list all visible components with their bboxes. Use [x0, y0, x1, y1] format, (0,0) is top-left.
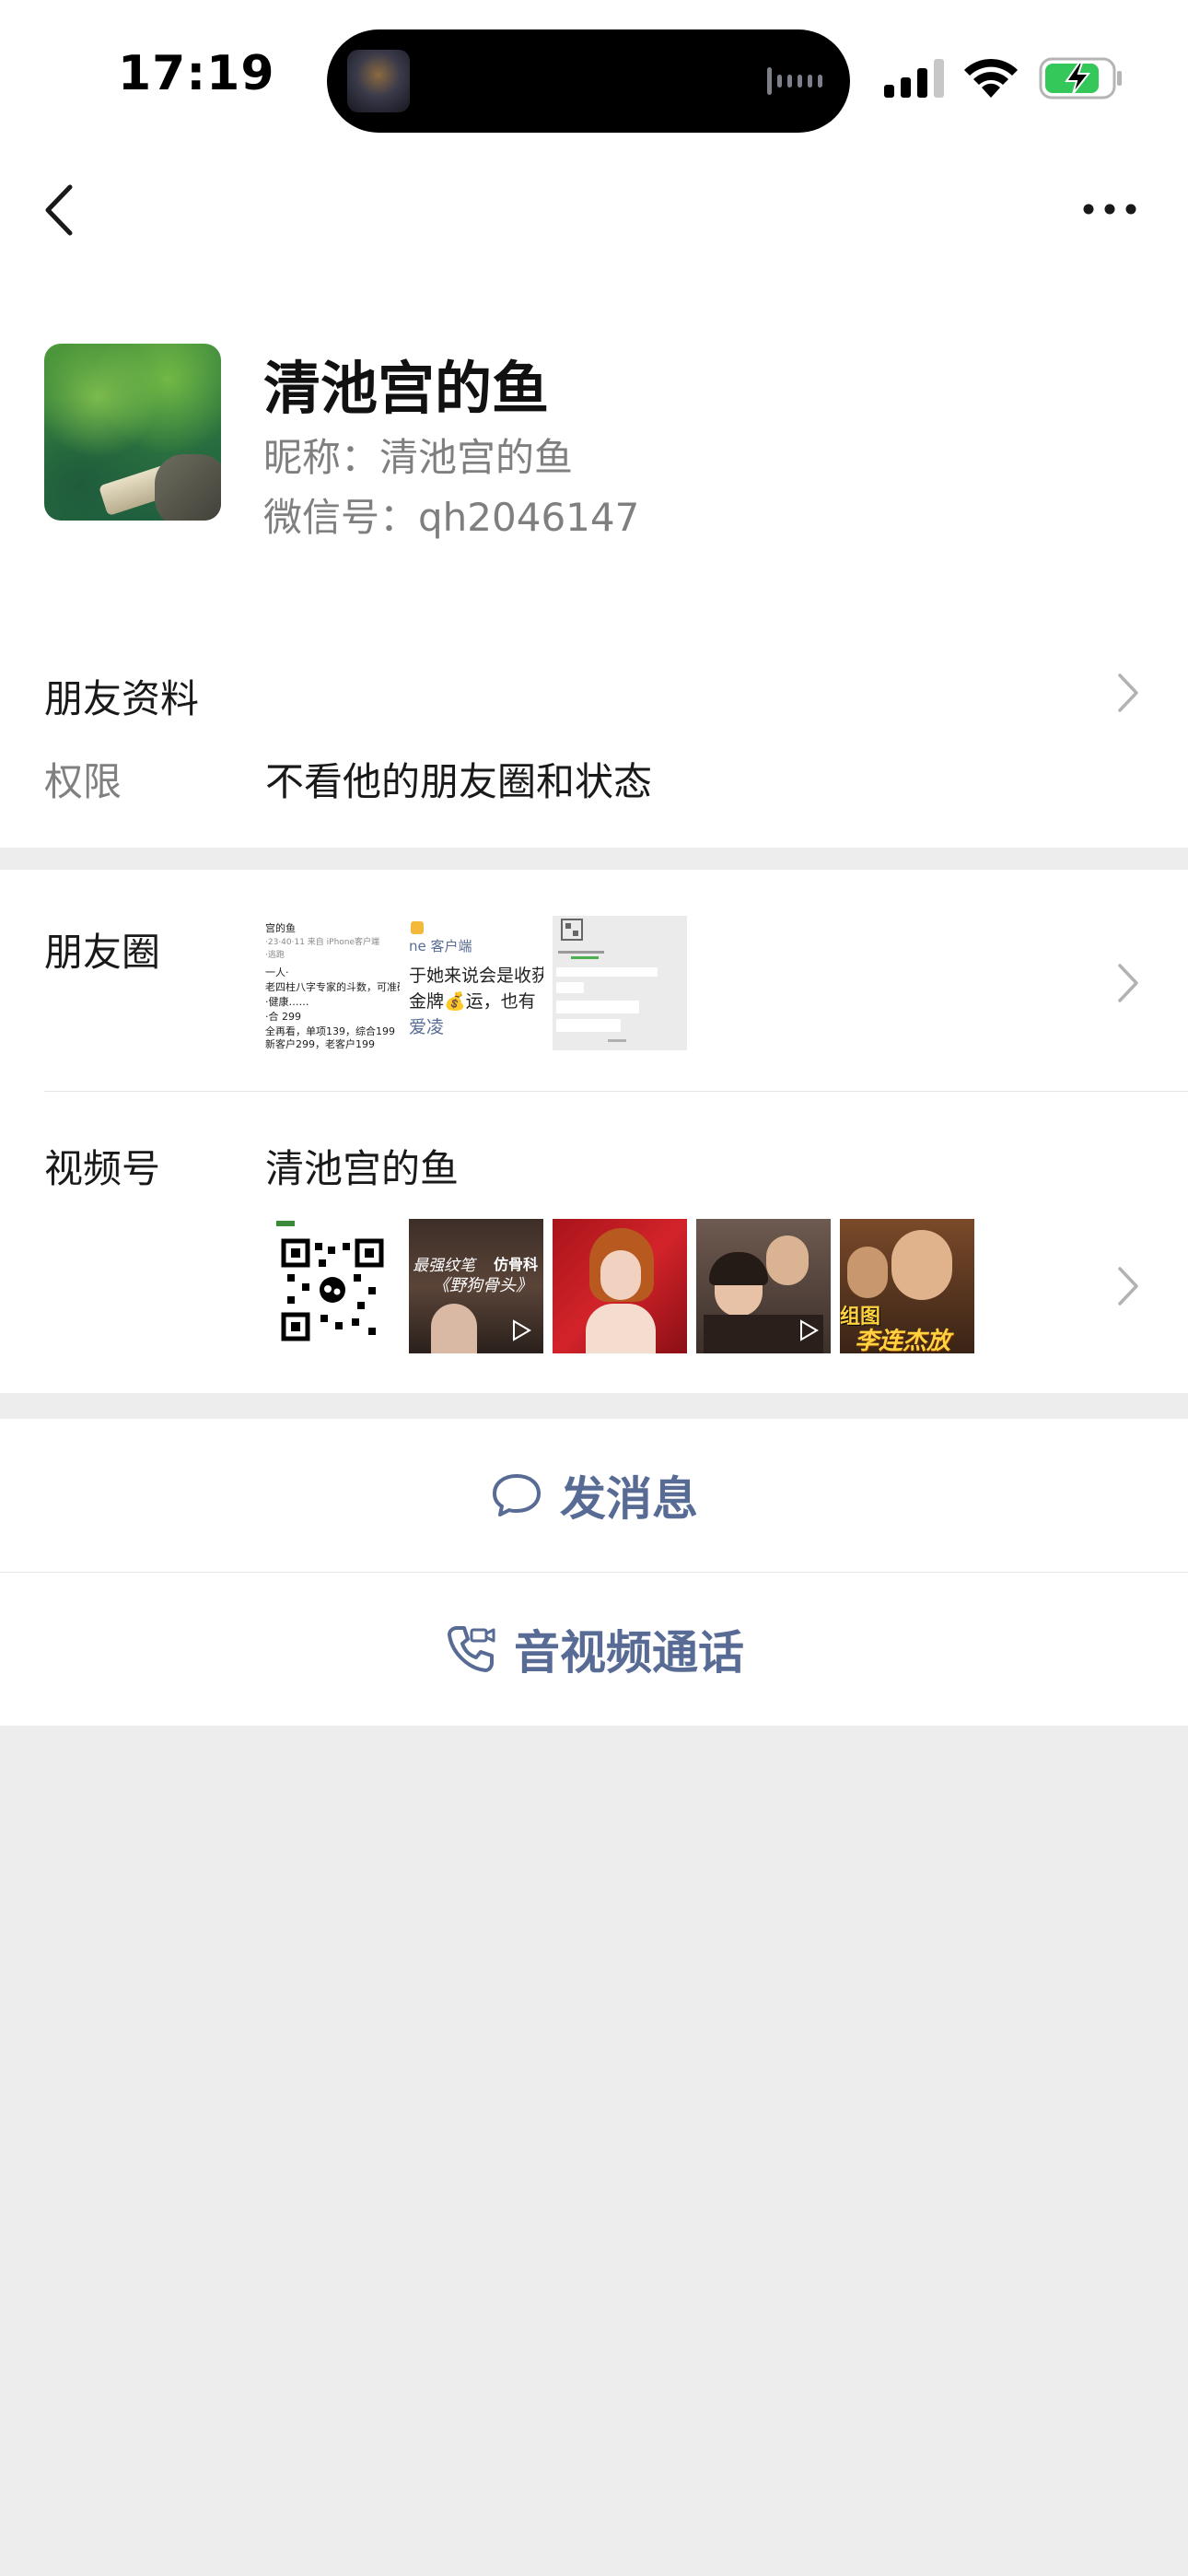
battery-charging-icon — [1039, 57, 1122, 100]
channels-label: 视频号 — [44, 1146, 161, 1191]
send-message-inner: 发消息 — [490, 1462, 698, 1528]
audio-video-call-button[interactable]: 音视频通话 — [0, 1573, 1188, 1726]
send-message-button[interactable]: 发消息 — [0, 1419, 1188, 1572]
thumb-line: ·逃跑 — [265, 951, 285, 960]
thumb-caption: 仿骨科 — [494, 1256, 539, 1273]
emoji-icon — [411, 921, 424, 934]
play-icon — [513, 1319, 531, 1341]
wechat-id[interactable]: 微信号：qh2046147 — [263, 486, 639, 543]
thumb-caption: 李连杰放 — [855, 1328, 951, 1353]
avatar-stone-shape — [155, 454, 221, 521]
chevron-right-icon — [1118, 1267, 1138, 1306]
thumb-line: 金牌💰运，也有 — [409, 991, 536, 1012]
audio-video-call-inner: 音视频通话 — [444, 1616, 744, 1682]
thumb-figure-hair — [709, 1252, 768, 1285]
thumb-figure — [431, 1304, 477, 1353]
thumb-line: 宫的鱼 — [265, 922, 296, 934]
avatar[interactable] — [44, 344, 221, 521]
moments-row[interactable]: 宫的鱼 ·23·40·11 来自 iPhone客户端 ·逃跑 一人· 老四柱八字… — [0, 870, 1188, 1091]
thumb-figure-face — [847, 1247, 888, 1298]
chevron-right-icon — [1118, 673, 1138, 712]
thumb-figure-face — [600, 1250, 641, 1300]
profile-card: 清池宫的鱼 昵称：清池宫的鱼 微信号：qh2046147 — [0, 336, 1188, 626]
thumb-figure-face — [766, 1235, 809, 1285]
audio-video-call-label: 音视频通话 — [514, 1626, 744, 1680]
thumb-line: ·合 299 — [265, 1011, 301, 1023]
thumb-line: 老四柱八字专家的斗数，可准确 — [265, 981, 400, 993]
channels-row[interactable]: 视频号 清池宫的鱼 最强纹笔 仿骨科 《野狗骨头》 组图 李连杰放 — [0, 1092, 1188, 1393]
more-dots-icon[interactable] — [1077, 189, 1142, 229]
thumb-figure-body — [586, 1304, 656, 1353]
thumb-line: 全再看，单项139，综合199 — [265, 1025, 395, 1037]
back-chevron-icon[interactable] — [37, 178, 83, 242]
thumb-caption: 《野狗骨头》 — [433, 1276, 532, 1295]
moments-thumb: 宫的鱼 ·23·40·11 来自 iPhone客户端 ·逃跑 一人· 老四柱八字… — [265, 916, 400, 1050]
moments-thumb: ne 客户端 于她来说会是收获 金牌💰运，也有 爱凌 — [409, 916, 543, 1050]
thumb-line: 于她来说会是收获 — [409, 966, 543, 986]
thumb-line: 新客户299，老客户199 — [265, 1038, 375, 1050]
friend-info-title: 朋友资料 — [44, 676, 200, 721]
status-bar: 17:19 — [0, 0, 1188, 152]
audio-wave-icon — [767, 65, 822, 97]
moments-thumb — [553, 916, 687, 1050]
nickname: 昵称：清池宫的鱼 — [263, 435, 574, 480]
nav-header — [0, 152, 1188, 336]
permission-value: 不看他的朋友圈和状态 — [265, 759, 653, 804]
permission-label: 权限 — [44, 759, 122, 804]
thumb-line: ne 客户端 — [409, 938, 472, 954]
video-call-phone-icon — [448, 1626, 495, 1672]
channels-name: 清池宫的鱼 — [265, 1146, 460, 1191]
channel-thumb-video: 最强纹笔 仿骨科 《野狗骨头》 — [409, 1219, 543, 1353]
channel-thumb-video: 组图 李连杰放 — [840, 1219, 974, 1353]
thumb-line: ·健康…… — [265, 996, 309, 1008]
status-time: 17:19 — [118, 46, 275, 101]
send-message-label: 发消息 — [560, 1472, 698, 1526]
channel-thumb-video — [553, 1219, 687, 1353]
cellular-signal-icon — [884, 59, 944, 98]
friend-info-section[interactable]: 朋友资料 权限 不看他的朋友圈和状态 — [0, 622, 1188, 848]
screenshot-thumb-graphic — [556, 919, 658, 1042]
dynamic-island[interactable] — [327, 29, 850, 133]
channel-thumb-video — [696, 1219, 831, 1353]
wifi-icon — [964, 58, 1018, 98]
channel-thumb-qr — [265, 1219, 400, 1353]
now-playing-thumbnail — [347, 50, 410, 112]
thumb-line: 一人· — [265, 966, 289, 978]
thumb-line: ·23·40·11 来自 iPhone客户端 — [265, 938, 380, 947]
chevron-right-icon — [1118, 964, 1138, 1002]
contact-profile-page: 17:19 清池宫的鱼 昵称：清池宫的鱼 微信号：qh2046147 朋友资料 … — [0, 0, 1188, 2576]
moments-channels-card: 朋友圈 宫的鱼 ·23·40·11 来自 iPhone客户端 ·逃跑 一人· 老… — [0, 870, 1188, 1393]
chat-bubble-icon — [493, 1474, 541, 1516]
display-name: 清池宫的鱼 — [263, 355, 550, 422]
qr-code-icon — [276, 1221, 384, 1341]
play-icon — [800, 1319, 819, 1341]
thumb-line: 爱凌 — [409, 1017, 445, 1037]
thumb-figure-face — [891, 1230, 952, 1300]
